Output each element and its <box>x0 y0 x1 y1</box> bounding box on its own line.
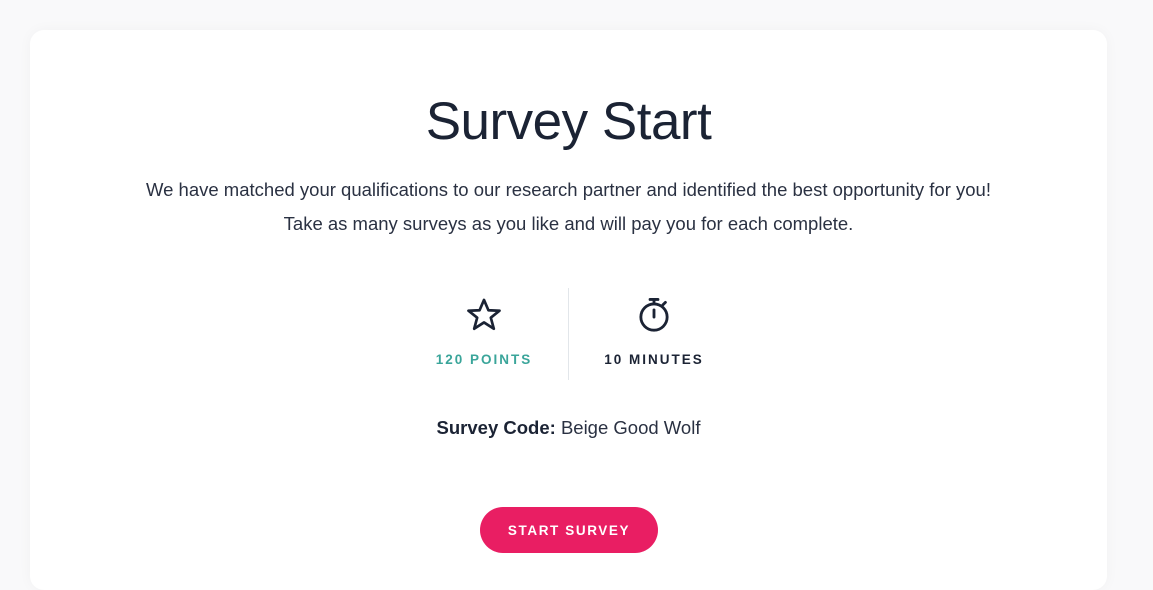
star-icon <box>467 298 501 331</box>
stopwatch-icon <box>639 298 669 332</box>
survey-code-value: Beige Good Wolf <box>560 417 701 438</box>
survey-code-label: Survey Code: <box>436 417 556 438</box>
start-survey-button[interactable]: START SURVEY <box>480 507 658 553</box>
survey-card: Survey Start We have matched your qualif… <box>30 30 1107 590</box>
duration-stat: 10 MINUTES <box>554 288 754 367</box>
survey-code: Survey Code: Beige Good Wolf <box>30 417 1107 439</box>
survey-description: We have matched your qualifications to o… <box>146 179 991 234</box>
survey-stats: 120 POINTS 10 MINUTES <box>30 288 1107 380</box>
duration-label: 10 MINUTES <box>604 352 704 367</box>
page-title: Survey Start <box>425 92 712 151</box>
